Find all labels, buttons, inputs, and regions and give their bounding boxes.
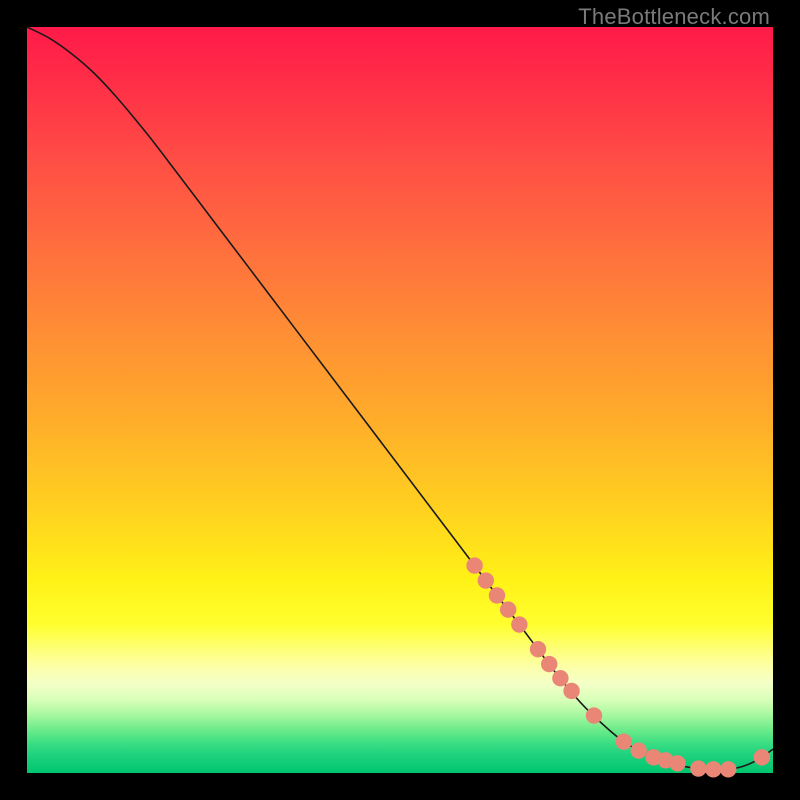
marker-dot (705, 761, 721, 777)
marker-dot (631, 742, 647, 758)
marker-dot (586, 707, 602, 723)
marker-dot (552, 670, 568, 686)
marker-dot (466, 557, 482, 573)
marker-dot (541, 656, 557, 672)
marker-dot (690, 760, 706, 776)
highlight-markers (466, 557, 770, 777)
marker-dot (500, 601, 516, 617)
marker-dot (616, 733, 632, 749)
marker-dot (754, 749, 770, 765)
marker-dot (530, 641, 546, 657)
marker-dot (489, 587, 505, 603)
bottleneck-curve (27, 27, 773, 770)
marker-dot (511, 616, 527, 632)
marker-dot (720, 761, 736, 777)
marker-dot (478, 572, 494, 588)
chart-frame: TheBottleneck.com (0, 0, 800, 800)
chart-overlay (27, 27, 773, 773)
marker-dot (563, 683, 579, 699)
marker-dot (669, 755, 685, 771)
